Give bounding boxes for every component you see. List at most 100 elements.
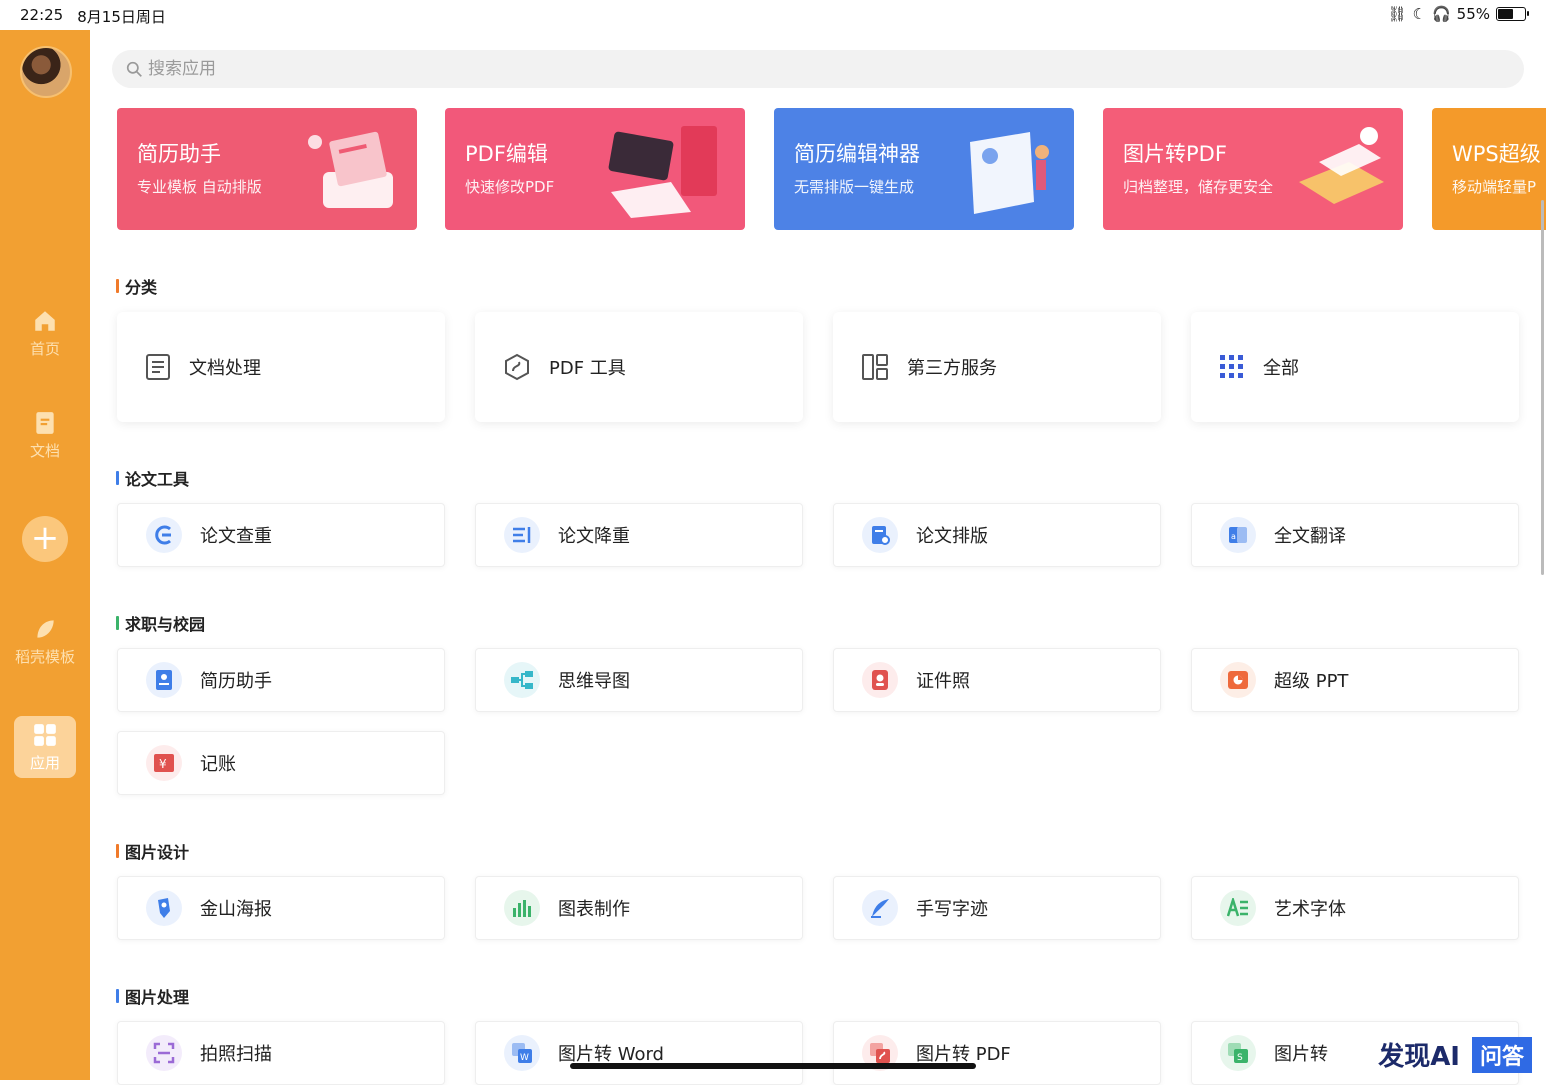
category-third-party[interactable]: 第三方服务 [833, 312, 1161, 422]
banner-resume[interactable]: 简历助手 专业模板 自动排版 [117, 108, 417, 230]
tool-photo-scan[interactable]: 拍照扫描 [117, 1021, 445, 1085]
tool-label: 艺术字体 [1274, 899, 1346, 920]
ppt-icon [1220, 662, 1256, 698]
tool-label: 论文查重 [200, 526, 272, 547]
banner-subtitle: 归档整理，储存更安全 [1123, 178, 1274, 196]
section-title-text: 论文工具 [125, 470, 190, 489]
tool-label: 图表制作 [558, 899, 630, 920]
section-bar [116, 844, 119, 858]
avatar[interactable] [20, 46, 72, 98]
tool-label: 思维导图 [558, 671, 630, 692]
svg-text:S: S [1237, 1053, 1243, 1063]
tool-label: 拍照扫描 [200, 1044, 272, 1065]
section-title-text: 分类 [125, 278, 158, 297]
banner-image-to-pdf[interactable]: 图片转PDF 归档整理，储存更安全 [1103, 108, 1403, 230]
banner-subtitle: 移动端轻量P [1452, 178, 1537, 196]
tool-label: 论文排版 [916, 526, 988, 547]
banner-title: PDF编辑 [465, 142, 548, 166]
section-bar [116, 471, 119, 485]
art-font-icon [1220, 890, 1256, 926]
tool-chart-maker[interactable]: 图表制作 [475, 876, 803, 940]
poster-icon [146, 890, 182, 926]
document-icon [145, 353, 171, 381]
category-doc-processing[interactable]: 文档处理 [117, 312, 445, 422]
tool-thesis-reduce[interactable]: 论文降重 [475, 503, 803, 567]
banner-pdf-edit[interactable]: PDF编辑 快速修改PDF [445, 108, 745, 230]
search-icon [126, 61, 142, 77]
banner-title: 简历编辑神器 [794, 142, 920, 166]
tool-label: 全文翻译 [1274, 526, 1346, 547]
banner-subtitle: 无需排版一键生成 [794, 178, 915, 196]
tool-bookkeeping[interactable]: ¥ 记账 [117, 731, 445, 795]
tool-poster[interactable]: 金山海报 [117, 876, 445, 940]
section-bar [116, 279, 119, 293]
tool-label: 金山海报 [200, 899, 272, 920]
sidebar-item-home[interactable]: 首页 [0, 308, 90, 359]
scrollbar[interactable] [1541, 200, 1544, 575]
tool-art-font[interactable]: 艺术字体 [1191, 876, 1519, 940]
category-all[interactable]: 全部 [1191, 312, 1519, 422]
plagiarism-check-icon [146, 517, 182, 553]
tool-image-to-pdf[interactable]: 图片转 PDF [833, 1021, 1161, 1085]
feather-pen-icon [862, 890, 898, 926]
section-title-image-processing: 图片处理 [116, 984, 189, 1008]
home-indicator[interactable] [570, 1063, 976, 1069]
banner-title: 简历助手 [137, 142, 221, 166]
banner-wps-super[interactable]: WPS超级 移动端轻量P [1432, 108, 1546, 230]
tool-label: 图片转 [1274, 1044, 1328, 1065]
section-title-text: 图片设计 [125, 843, 190, 862]
home-icon [35, 311, 55, 331]
tool-thesis-format[interactable]: 论文排版 [833, 503, 1161, 567]
layout-panels-icon [861, 353, 889, 381]
section-title-category: 分类 [116, 274, 157, 298]
banner-title: WPS超级 [1452, 142, 1541, 166]
bar-chart-icon [504, 890, 540, 926]
dots-grid-icon [1219, 354, 1245, 380]
sidebar-item-docs[interactable]: 文档 [0, 410, 90, 461]
tool-label: 论文降重 [558, 526, 630, 547]
bookkeeping-icon: ¥ [146, 745, 182, 781]
sidebar-item-label: 稻壳模板 [14, 648, 75, 666]
tool-mind-map[interactable]: 思维导图 [475, 648, 803, 712]
section-title-image-design: 图片设计 [116, 839, 189, 863]
sidebar: 首页 文档 + 稻壳模板 应用 [0, 30, 90, 1080]
search-bar[interactable] [112, 50, 1524, 88]
tool-label: 超级 PPT [1274, 671, 1349, 692]
category-pdf-tools[interactable]: PDF 工具 [475, 312, 803, 422]
section-title-thesis: 论文工具 [116, 466, 189, 490]
section-bar [116, 616, 119, 630]
status-right: ⛓ ☾ 🎧 55% [1387, 5, 1529, 23]
tool-resume-assistant[interactable]: 简历助手 [117, 648, 445, 712]
category-label: 文档处理 [189, 358, 261, 379]
tool-full-translate[interactable]: a 全文翻译 [1191, 503, 1519, 567]
pdf-illustration-icon [608, 126, 717, 218]
tool-handwriting[interactable]: 手写字迹 [833, 876, 1161, 940]
tool-super-ppt[interactable]: 超级 PPT [1191, 648, 1519, 712]
apps-grid-icon [34, 724, 56, 746]
banner-subtitle: 专业模板 自动排版 [137, 178, 262, 196]
image-to-sheet-icon: S [1220, 1035, 1256, 1071]
tool-label: 手写字迹 [916, 899, 988, 920]
tool-label: 记账 [200, 754, 236, 775]
status-bar: 22:25 8月15日周日 ⛓ ☾ 🎧 55% [0, 0, 1546, 30]
sidebar-item-apps[interactable]: 应用 [14, 716, 76, 778]
add-button[interactable]: + [22, 516, 68, 562]
banner-resume-editor[interactable]: 简历编辑神器 无需排版一键生成 [774, 108, 1074, 230]
category-label: PDF 工具 [549, 358, 626, 379]
tool-id-photo[interactable]: 证件照 [833, 648, 1161, 712]
tool-image-to-word[interactable]: W 图片转 Word [475, 1021, 803, 1085]
mind-map-icon [504, 662, 540, 698]
section-bar [116, 989, 119, 1003]
section-title-career: 求职与校园 [116, 611, 205, 635]
battery-fill [1498, 9, 1514, 19]
watermark-logo: 发现AI [1378, 1042, 1460, 1072]
leaf-icon [37, 620, 54, 638]
category-label: 第三方服务 [907, 358, 997, 379]
pdf-hexagon-icon [503, 353, 531, 381]
sidebar-item-label: 应用 [29, 754, 60, 772]
sidebar-item-templates[interactable]: 稻壳模板 [0, 616, 90, 667]
tool-thesis-check[interactable]: 论文查重 [117, 503, 445, 567]
category-label: 全部 [1263, 358, 1299, 379]
resume-illustration-icon [308, 131, 393, 208]
search-input[interactable] [148, 50, 1448, 88]
